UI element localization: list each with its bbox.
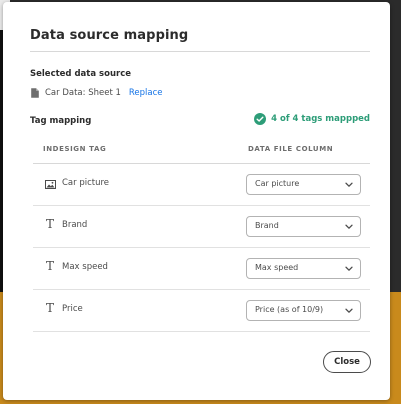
table-row: Car picture Car picture xyxy=(33,164,370,206)
image-icon xyxy=(44,178,56,190)
text-icon: T xyxy=(45,217,54,231)
select-value: Brand xyxy=(255,221,279,230)
text-icon: T xyxy=(45,259,54,273)
chevron-down-icon xyxy=(345,182,353,187)
chevron-down-icon xyxy=(345,266,353,271)
source-row: Car Data: Sheet 1 Replace xyxy=(31,86,163,100)
tag-name: Car picture xyxy=(62,178,110,188)
select-value: Max speed xyxy=(255,263,299,272)
source-name: Car Data: Sheet 1 xyxy=(45,88,121,98)
mapped-status: 4 of 4 tags mappped xyxy=(254,113,370,125)
mapped-status-text: 4 of 4 tags mappped xyxy=(271,114,370,124)
replace-link[interactable]: Replace xyxy=(129,88,163,98)
selected-source-label: Selected data source xyxy=(30,69,131,79)
tag-name: Brand xyxy=(62,220,88,230)
column-select[interactable]: Max speed xyxy=(246,258,361,279)
tag-mapping-label: Tag mapping xyxy=(30,116,92,126)
select-value: Car picture xyxy=(255,179,300,188)
title-divider xyxy=(30,51,370,52)
column-header-data-file-column: DATA FILE COLUMN xyxy=(248,145,334,153)
table-row: T Max speed Max speed xyxy=(33,248,370,290)
table-header: INDESIGN TAG DATA FILE COLUMN xyxy=(33,140,370,164)
select-value: Price (as of 10/9) xyxy=(255,305,324,314)
column-select[interactable]: Brand xyxy=(246,216,361,237)
chevron-down-icon xyxy=(345,224,353,229)
tag-name: Max speed xyxy=(62,262,108,272)
document-icon xyxy=(31,88,39,98)
text-icon: T xyxy=(45,301,54,315)
table-row: T Brand Brand xyxy=(33,206,370,248)
table-row: T Price Price (as of 10/9) xyxy=(33,290,370,332)
column-select[interactable]: Price (as of 10/9) xyxy=(246,300,361,321)
tag-mapping-table: INDESIGN TAG DATA FILE COLUMN Car pictur… xyxy=(33,140,370,332)
close-button[interactable]: Close xyxy=(323,351,371,373)
column-header-indesign-tag: INDESIGN TAG xyxy=(43,145,107,153)
data-source-mapping-dialog: Data source mapping Selected data source… xyxy=(3,2,390,400)
tag-name: Price xyxy=(62,304,83,314)
dialog-title: Data source mapping xyxy=(30,28,189,43)
chevron-down-icon xyxy=(345,308,353,313)
column-select[interactable]: Car picture xyxy=(246,174,361,195)
checkmark-circle-icon xyxy=(254,113,267,125)
